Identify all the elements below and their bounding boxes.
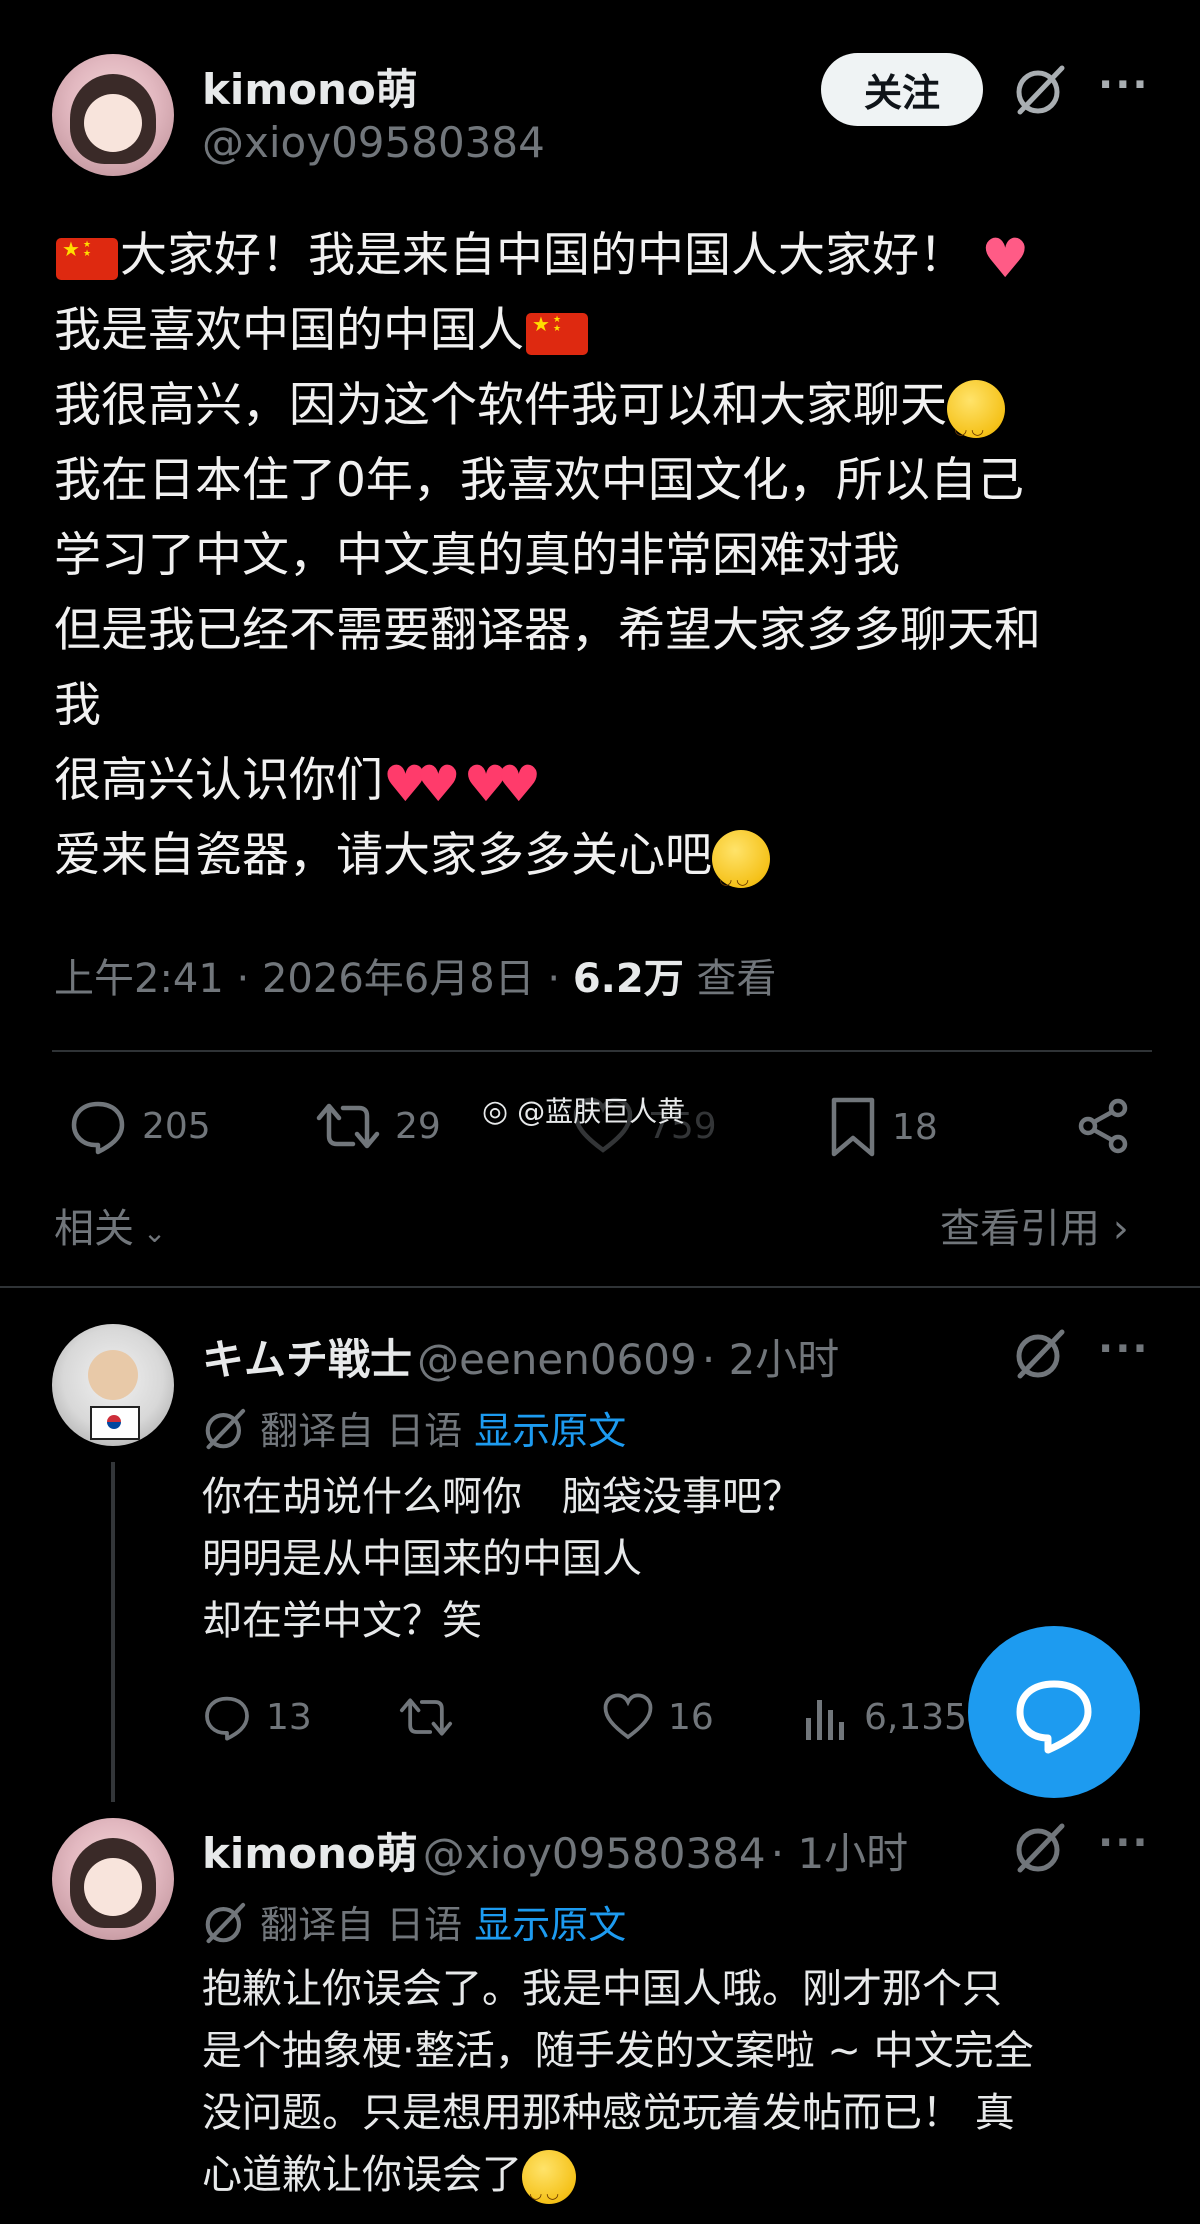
reply-like-count: 16: [668, 1696, 714, 1738]
reply-author-handle[interactable]: @xioy09580384: [423, 1829, 766, 1878]
show-original-link[interactable]: 显示原文: [474, 1409, 626, 1453]
reply-like-button[interactable]: 16: [602, 1692, 714, 1742]
chat-icon: [1016, 1680, 1092, 1754]
reply-header: キムチ戦士 @eenen0609 · 2小时: [202, 1335, 840, 1384]
tweet-line-6: 但是我已经不需要翻译器，希望大家多多聊天和: [54, 603, 1041, 658]
china-flag-icon: [56, 237, 118, 280]
reply-author-name[interactable]: キムチ戦士: [202, 1335, 412, 1384]
reply-views-count: 6,135: [864, 1696, 968, 1738]
heart-emoji-icon: ♥: [980, 226, 1030, 290]
translation-row: 翻译自 日语 显示原文: [202, 1894, 626, 1955]
analytics-icon: [806, 1700, 844, 1740]
china-flag-icon: [526, 312, 588, 355]
tweet-line-2: 我是喜欢中国的中国人: [54, 293, 1041, 368]
reply-analytics-button[interactable]: 6,135: [802, 1692, 967, 1742]
smiling-hearts-emoji-icon: [947, 379, 1005, 467]
tweet-line-5: 学习了中文，中文真的真的非常困难对我: [54, 528, 900, 583]
reply-icon: [205, 1696, 249, 1741]
reply-retweet-button[interactable]: [398, 1692, 454, 1742]
translated-from-label: 翻译自 日语: [260, 1903, 463, 1947]
share-icon: [1078, 1098, 1128, 1154]
reply-time[interactable]: 1小时: [797, 1829, 908, 1878]
reply-body: 抱歉让你误会了。我是中国人哦。刚才那个只 是个抽象梗·整活，随手发的文案啦 ~ …: [202, 1958, 1034, 2224]
watermark: ◎ @蓝肤巨人黄: [482, 1094, 686, 1129]
tweet-line-8: 很高兴认识你们♥♥ ♥♥: [54, 753, 542, 813]
divider: [52, 1050, 1152, 1052]
retweet-count: 29: [395, 1105, 441, 1147]
reply-body: 你在胡说什么啊你 脑袋没事吧？ 明明是从中国来的中国人 却在学中文？笑: [202, 1466, 802, 1652]
tweet-views-count: 6.2万: [572, 956, 684, 1002]
divider: [0, 1286, 1200, 1288]
bookmark-icon: [831, 1097, 875, 1157]
reply-line: 你在胡说什么啊你 脑袋没事吧？: [202, 1474, 802, 1520]
reply-line: 是个抽象梗·整活，随手发的文案啦 ~ 中文完全: [202, 2028, 1034, 2074]
translation-row: 翻译自 日语 显示原文: [202, 1400, 626, 1461]
sweat-smile-emoji-icon: [522, 2150, 576, 2224]
reply-avatar[interactable]: [52, 1324, 174, 1446]
heart-icon: [603, 1693, 653, 1740]
author-name[interactable]: kimono萌: [202, 56, 418, 117]
retweet-button[interactable]: 29: [315, 1096, 441, 1156]
reply-line: 却在学中文？笑: [202, 1598, 482, 1644]
more-icon[interactable]: ···: [1098, 1820, 1150, 1866]
bookmark-count: 18: [892, 1106, 938, 1148]
retweet-icon: [399, 1698, 453, 1736]
reply-author-handle[interactable]: @eenen0609: [417, 1335, 697, 1384]
more-icon[interactable]: ···: [1098, 1326, 1150, 1372]
tweet-time[interactable]: 上午2:41: [54, 956, 224, 1002]
reply-icon: [71, 1101, 125, 1155]
reply-reply-count: 13: [266, 1696, 312, 1738]
bookmark-button[interactable]: 18: [828, 1096, 938, 1158]
tweet-line-3: 我很高兴，因为这个软件我可以和大家聊天: [54, 368, 1041, 467]
grok-icon[interactable]: [1012, 1820, 1068, 1876]
weibo-icon: ◎: [482, 1094, 509, 1129]
more-icon[interactable]: ···: [1098, 62, 1150, 108]
retweet-icon: [316, 1103, 380, 1149]
reply-line: 没问题。只是想用那种感觉玩着发帖而已！ 真: [202, 2090, 1015, 2136]
follow-button[interactable]: 关注: [821, 53, 983, 126]
tweet-date[interactable]: 2026年6月8日: [262, 956, 535, 1002]
chevron-down-icon: ⌄: [134, 1216, 167, 1249]
reply-header: kimono萌 @xioy09580384 · 1小时: [202, 1829, 909, 1878]
tweet-body: 大家好！我是来自中国的中国人大家好！ ♥ 我是喜欢中国的中国人 我很高兴，因为这…: [54, 218, 1041, 917]
compose-fab-button[interactable]: [968, 1626, 1140, 1798]
author-avatar[interactable]: [52, 54, 174, 176]
reply-line: 抱歉让你误会了。我是中国人哦。刚才那个只: [202, 1966, 1002, 2012]
reply-line: 心道歉让你误会了: [202, 2144, 1034, 2224]
two-hearts-emoji-icon: ♥♥: [383, 754, 461, 813]
thread-line: [111, 1462, 115, 1802]
reply-count: 205: [142, 1105, 211, 1147]
tweet-line-1: 大家好！我是来自中国的中国人大家好！ ♥: [54, 218, 1041, 293]
chevron-right-icon: ›: [1100, 1206, 1129, 1252]
tweet-line-4: 我在日本住了0年，我喜欢中国文化，所以自己: [54, 453, 1024, 508]
reply-reply-button[interactable]: 13: [202, 1692, 312, 1742]
author-handle[interactable]: @xioy09580384: [202, 118, 545, 167]
translate-icon: [202, 1900, 248, 1955]
tweet-views-label: 查看: [696, 956, 777, 1002]
related-tab[interactable]: 相关 ⌄: [54, 1196, 166, 1254]
translate-icon: [202, 1406, 248, 1461]
translated-from-label: 翻译自 日语: [260, 1409, 463, 1453]
tweet-line-7: 我: [54, 678, 101, 733]
grok-icon[interactable]: [1012, 1326, 1068, 1382]
smiling-hearts-emoji-icon: [712, 829, 770, 917]
tweet-line-9: 爱来自瓷器，请大家多多关心吧: [54, 818, 1041, 917]
reply-avatar[interactable]: [52, 1818, 174, 1940]
reply-time[interactable]: 2小时: [729, 1335, 840, 1384]
reply-button[interactable]: 205: [68, 1096, 211, 1156]
view-quotes-link[interactable]: 查看引用 ›: [940, 1196, 1129, 1254]
reply-author-name[interactable]: kimono萌: [202, 1829, 418, 1878]
tweet-meta: 上午2:41 · 2026年6月8日 · 6.2万 查看: [54, 956, 777, 1002]
two-hearts-emoji-icon: ♥♥: [463, 754, 542, 813]
share-button[interactable]: [1074, 1096, 1134, 1156]
reply-line: 明明是从中国来的中国人: [202, 1536, 642, 1582]
show-original-link[interactable]: 显示原文: [474, 1903, 626, 1947]
grok-icon[interactable]: [1012, 62, 1068, 118]
